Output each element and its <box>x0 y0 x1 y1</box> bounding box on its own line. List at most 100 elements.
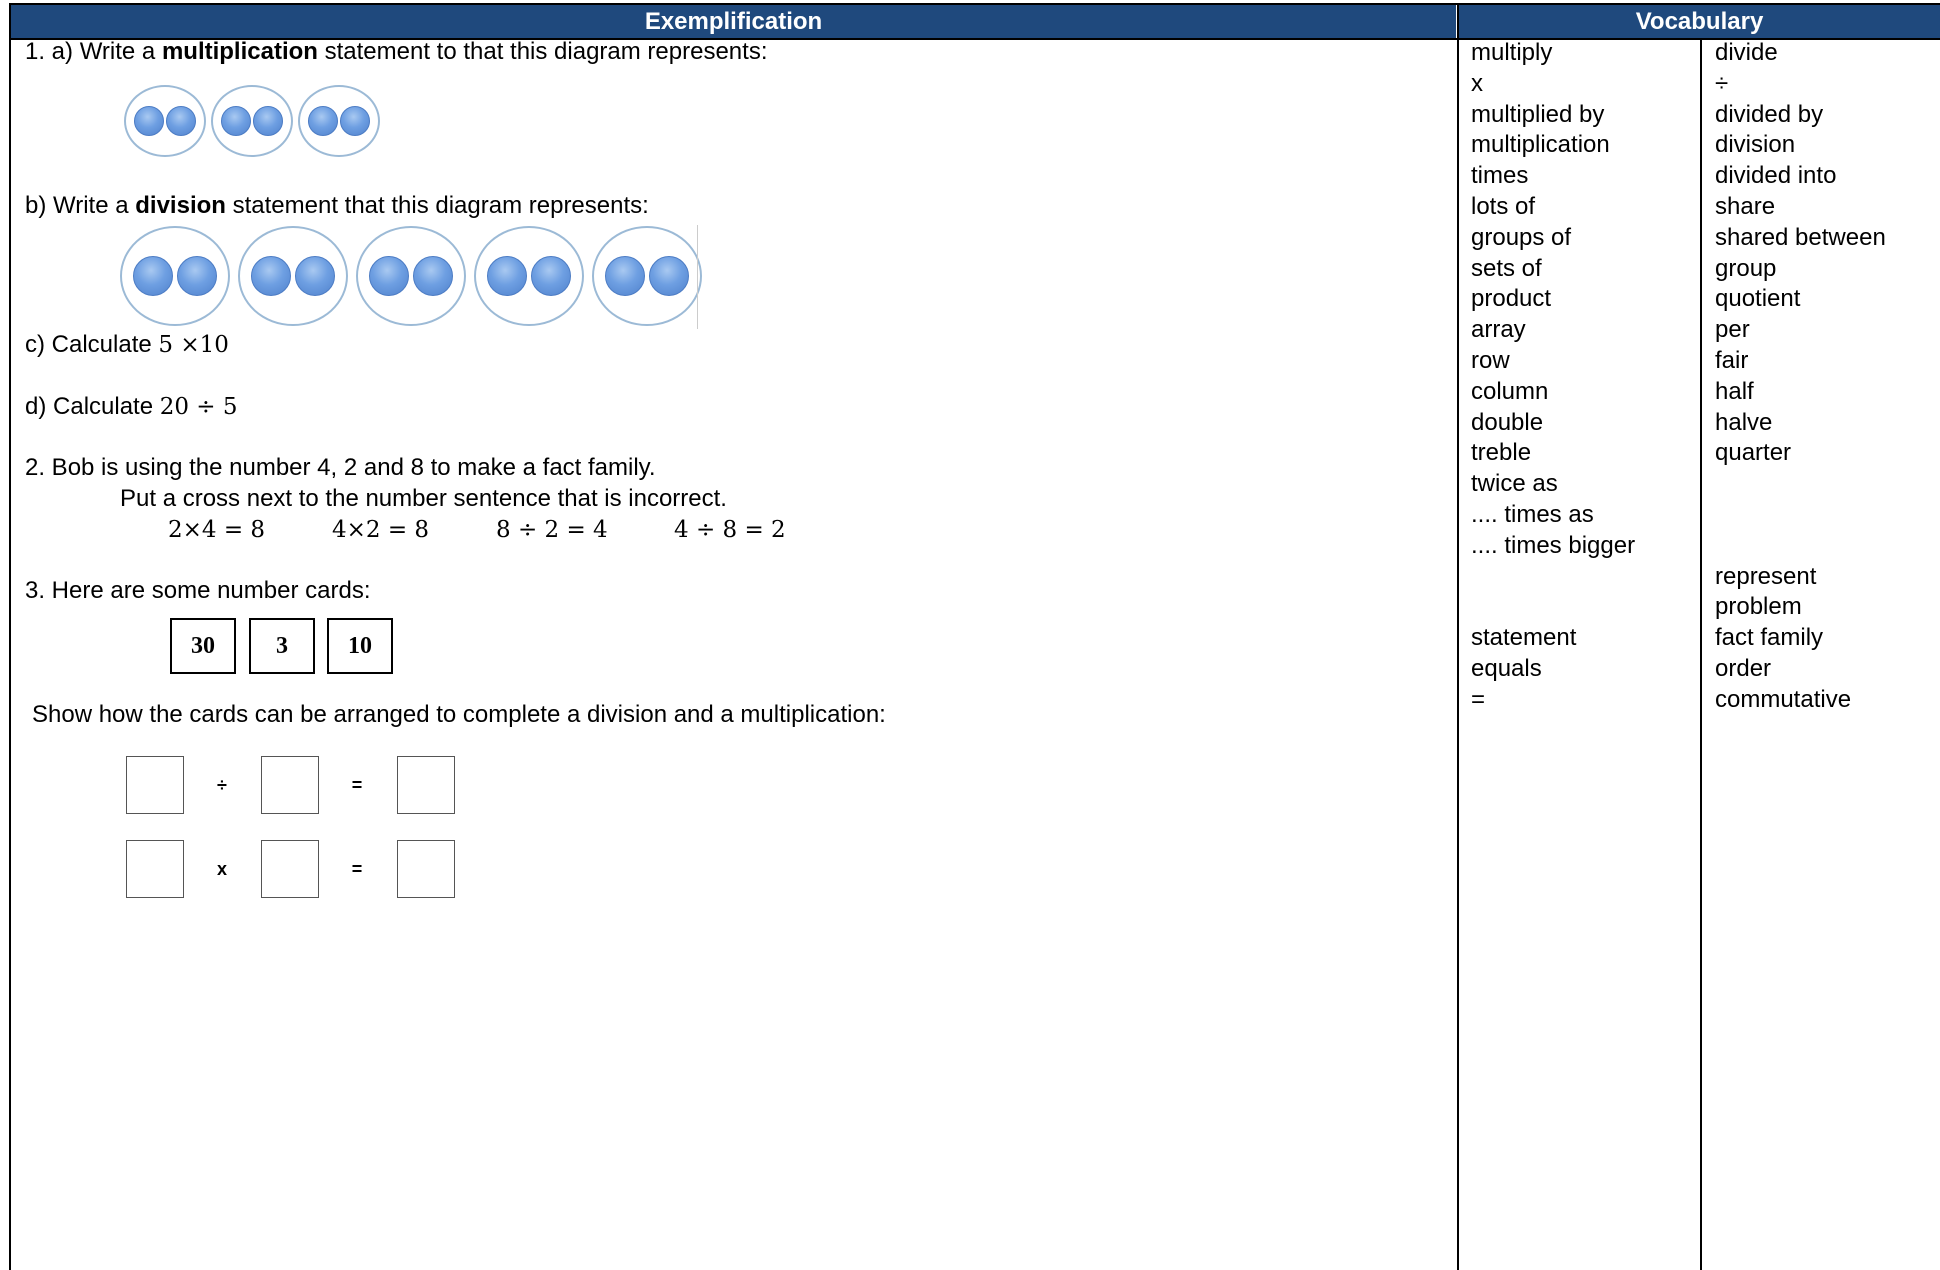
vocab-term <box>1715 469 1886 500</box>
answer-box[interactable] <box>397 840 455 898</box>
vocab-term: problem <box>1715 593 1802 621</box>
divide-sign: ÷ <box>217 775 227 795</box>
q1d-label: d) Calculate <box>25 393 160 420</box>
vocab-term: represent <box>1715 562 1817 590</box>
vocab-term: multiply <box>1471 39 1553 66</box>
number-card: 3 <box>249 618 315 674</box>
sentence-1: 2×4 = 8 <box>168 517 266 543</box>
answer-box[interactable] <box>126 756 184 814</box>
q1a-post: statement to that this diagram represent… <box>317 38 768 65</box>
vocab-term: multiplied by <box>1471 100 1605 128</box>
answer-box[interactable] <box>126 840 184 898</box>
vocab-term: equals <box>1471 654 1542 682</box>
vocab-term: group <box>1715 254 1777 282</box>
vocab-term: row <box>1471 346 1510 374</box>
vocab-term: division <box>1715 131 1796 159</box>
vocab-term: .... times bigger <box>1471 531 1636 559</box>
counter-dot <box>340 106 370 136</box>
q3-line1: 3. Here are some number cards: <box>25 577 371 604</box>
vocab-term: = <box>1471 685 1486 713</box>
counter-dot <box>134 106 164 136</box>
sentence-2: 4×2 = 8 <box>332 517 430 543</box>
q1b-bold: division <box>135 192 226 219</box>
vocab-term <box>1471 592 1635 623</box>
vocab-term: twice as <box>1471 470 1558 498</box>
number-card: 10 <box>327 618 393 674</box>
counter-dot <box>251 256 291 296</box>
vocab-term: quarter <box>1715 439 1792 467</box>
vocab-term: divided by <box>1715 100 1824 128</box>
vocab-column-divide: divide ÷ divided by division divided into sha… <box>1715 38 1886 716</box>
vocab-term: groups of <box>1471 223 1572 251</box>
q3-line2: Show how the cards can be arranged to co… <box>32 701 886 728</box>
vocab-term: double <box>1471 408 1544 436</box>
vocab-term: product <box>1471 285 1552 313</box>
vocab-column-divider <box>1700 39 1702 1270</box>
number-card: 30 <box>170 618 236 674</box>
vocab-term: statement <box>1471 624 1577 652</box>
counter-dot <box>295 256 335 296</box>
vocab-term: sets of <box>1471 254 1542 282</box>
vocab-term: fair <box>1715 346 1749 374</box>
vocab-term <box>1715 500 1886 531</box>
column-divider <box>1457 5 1459 1270</box>
counter-dot <box>605 256 645 296</box>
sentence-3: 8 ÷ 2 = 4 <box>496 517 608 543</box>
exemplification-header: Exemplification <box>11 5 1456 39</box>
q1c-math: 5 ×10 <box>158 332 229 358</box>
counter-dot <box>253 106 283 136</box>
vocab-term: lots of <box>1471 192 1536 220</box>
vocab-term <box>1715 531 1886 562</box>
q1d-math: 20 ÷ 5 <box>159 394 238 420</box>
counter-dot <box>308 106 338 136</box>
vocab-term: quotient <box>1715 285 1801 313</box>
vocab-term: x <box>1471 69 1483 97</box>
counter-dot <box>221 106 251 136</box>
q1c-text: c) Calculate 5 ×10 <box>25 330 229 360</box>
vocab-term: per <box>1715 316 1750 344</box>
vocab-term: divide <box>1715 39 1778 66</box>
counter-dot <box>369 256 409 296</box>
equals-sign: = <box>351 859 363 879</box>
vocab-column-multiply: multiply x multiplied by multiplication time… <box>1471 38 1635 716</box>
q2-line2: Put a cross next to the number sentence … <box>120 485 727 512</box>
q1a-pre: 1. a) Write a <box>25 38 162 65</box>
vocab-term: half <box>1715 377 1754 405</box>
answer-box[interactable] <box>397 756 455 814</box>
sentence-4: 4 ÷ 8 = 2 <box>674 517 786 543</box>
vocab-term: .... times as <box>1471 500 1594 528</box>
vocab-term <box>1471 562 1635 593</box>
vocab-term: treble <box>1471 439 1532 467</box>
diagram-edge <box>697 225 698 329</box>
counter-dot <box>413 256 453 296</box>
vocab-term: divided into <box>1715 162 1837 190</box>
counter-dot <box>487 256 527 296</box>
vocab-term: share <box>1715 192 1776 220</box>
vocab-term: commutative <box>1715 685 1852 713</box>
q1a-bold: multiplication <box>161 38 318 65</box>
vocab-term: array <box>1471 316 1526 344</box>
equals-sign: = <box>351 775 363 795</box>
counter-dot <box>177 256 217 296</box>
counter-dot <box>531 256 571 296</box>
q1b-pre: b) Write a <box>25 192 136 219</box>
counter-dot <box>166 106 196 136</box>
q2-line1: 2. Bob is using the number 4, 2 and 8 to… <box>25 454 656 481</box>
vocab-term: fact family <box>1715 624 1824 652</box>
q1c-label: c) Calculate <box>25 331 159 358</box>
vocab-term: halve <box>1715 408 1773 436</box>
vocab-term: ÷ <box>1715 69 1729 97</box>
q1a-text: 1. a) Write a multiplication statement t… <box>25 37 768 67</box>
answer-box[interactable] <box>261 840 319 898</box>
vocab-term: column <box>1471 377 1549 405</box>
vocabulary-header: Vocabulary <box>1459 5 1940 39</box>
vocab-term: shared between <box>1715 223 1886 251</box>
vocab-term: multiplication <box>1471 131 1610 159</box>
vocab-term: times <box>1471 162 1529 190</box>
q1b-text: b) Write a division statement that this … <box>25 191 649 221</box>
multiply-sign: x <box>216 859 227 879</box>
q1d-text: d) Calculate 20 ÷ 5 <box>25 392 238 422</box>
answer-box[interactable] <box>261 756 319 814</box>
vocab-term: order <box>1715 654 1772 682</box>
counter-dot <box>133 256 173 296</box>
